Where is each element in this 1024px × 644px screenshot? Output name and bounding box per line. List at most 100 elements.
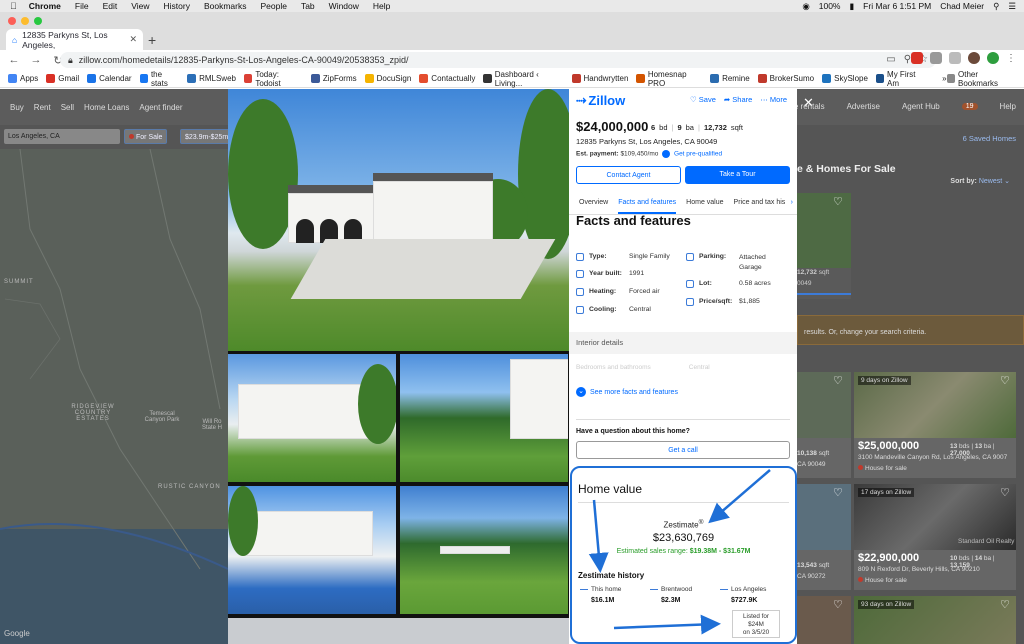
history-this-home[interactable]: This home $16.1M	[580, 586, 621, 604]
menu-window[interactable]: Window	[329, 1, 359, 11]
interior-details-header[interactable]: Interior details	[569, 332, 797, 354]
result-card[interactable]: 93 days on Zillow ♡	[854, 596, 1016, 644]
menu-people[interactable]: People	[260, 1, 286, 11]
minimize-window-icon[interactable]	[21, 17, 29, 25]
menu-tab[interactable]: Tab	[301, 1, 315, 11]
new-tab-icon[interactable]: +	[148, 32, 156, 48]
gallery-photo[interactable]	[228, 354, 396, 482]
install-icon[interactable]: ▭	[886, 54, 895, 65]
zillow-logo[interactable]: ⤑ Zillow	[576, 92, 625, 108]
bookmark-item[interactable]: Homesnap PRO	[636, 70, 702, 88]
extension-icon[interactable]	[987, 52, 999, 64]
clock[interactable]: Fri Mar 6 1:51 PM	[863, 1, 931, 11]
heart-icon[interactable]: ♡	[833, 488, 844, 499]
history-brentwood[interactable]: Brentwood $2.3M	[650, 586, 692, 604]
heart-icon[interactable]: ♡	[833, 197, 844, 208]
see-more-facts-link[interactable]: ⌄ See more facts and features	[576, 387, 678, 397]
prequalified-link[interactable]: Get pre-qualified	[674, 151, 722, 158]
bookmark-item[interactable]: the stats	[139, 70, 179, 88]
result-card-partial[interactable]: ♡ 10,138 sqft CA 90049	[797, 372, 851, 478]
tab-overview[interactable]: Overview	[579, 199, 608, 214]
bookmark-item[interactable]: RMLSweb	[187, 74, 236, 83]
heart-icon[interactable]: ♡	[833, 376, 844, 387]
tab-facts-features[interactable]: Facts and features	[618, 199, 677, 214]
bookmark-item[interactable]: Other Bookmarks	[946, 70, 1016, 88]
bookmark-item[interactable]: Apps	[8, 74, 38, 83]
tab-price-tax-history[interactable]: Price and tax his	[734, 199, 786, 214]
save-button[interactable]: ♡ Save	[690, 95, 716, 104]
menu-file[interactable]: File	[75, 1, 89, 11]
contact-agent-button[interactable]: Contact Agent	[576, 166, 681, 184]
bookmark-item[interactable]: ZipForms	[310, 74, 357, 83]
forward-icon[interactable]: →	[28, 54, 44, 66]
bookmark-item[interactable]: Contactually	[419, 74, 475, 83]
history-los-angeles[interactable]: Los Angeles $727.9K	[720, 586, 766, 604]
menu-help[interactable]: Help	[373, 1, 390, 11]
price-filter[interactable]: $23.9m-$25m	[180, 129, 234, 144]
for-sale-filter[interactable]: For Sale	[124, 129, 168, 144]
share-button[interactable]: ➦ Share	[724, 95, 752, 104]
profile-avatar[interactable]	[968, 52, 980, 64]
browser-tab[interactable]: ⌂ 12835 Parkyns St, Los Angeles, ✕	[6, 29, 143, 50]
bookmark-item[interactable]: Remine	[710, 74, 750, 83]
get-a-call-button[interactable]: Get a call	[576, 441, 790, 459]
battery-percent[interactable]: 100%	[819, 1, 841, 11]
wifi-icon[interactable]: ◉	[802, 1, 809, 12]
heart-icon[interactable]: ♡	[1000, 600, 1011, 611]
nav-sell[interactable]: Sell	[61, 103, 74, 112]
menu-view[interactable]: View	[131, 1, 149, 11]
menu-history[interactable]: History	[164, 1, 190, 11]
result-card[interactable]: 9 days on Zillow ♡ $25,000,000 13 bds | …	[854, 372, 1016, 478]
zoom-icon[interactable]: ⚲	[904, 54, 911, 65]
extension-icon[interactable]	[911, 52, 923, 64]
result-card[interactable]: 17 days on Zillow ♡ Standard Oil Realty …	[854, 484, 1016, 590]
result-card-partial[interactable]: ♡	[797, 596, 851, 644]
app-menu[interactable]: Chrome	[29, 1, 61, 11]
nav-help[interactable]: Help	[1000, 102, 1016, 111]
tab-home-value[interactable]: Home value	[686, 199, 723, 214]
maximize-window-icon[interactable]	[34, 17, 42, 25]
nav-rent[interactable]: Rent	[34, 103, 51, 112]
bookmark-item[interactable]: SkySlope	[822, 74, 868, 83]
menu-edit[interactable]: Edit	[103, 1, 118, 11]
bookmark-item[interactable]: Handwrytten	[571, 74, 628, 83]
result-card-partial[interactable]: ♡ 13,543 sqft CA 90272	[797, 484, 851, 590]
chevron-right-icon[interactable]: ›	[791, 199, 793, 206]
nav-buy[interactable]: Buy	[10, 103, 24, 112]
bookmark-item[interactable]: Gmail	[46, 74, 79, 83]
extension-icon[interactable]	[949, 52, 961, 64]
nav-agent-hub[interactable]: Agent Hub	[902, 102, 940, 111]
gallery-photo[interactable]	[228, 618, 569, 644]
menu-bookmarks[interactable]: Bookmarks	[204, 1, 247, 11]
nav-advertise[interactable]: Advertise	[847, 102, 880, 111]
close-window-icon[interactable]	[8, 17, 16, 25]
bookmark-item[interactable]: BrokerSumo	[757, 74, 814, 83]
bookmark-item[interactable]: Dashboard ‹ Living...	[483, 70, 563, 88]
battery-icon[interactable]: ▮	[849, 1, 854, 12]
gallery-photo[interactable]	[400, 354, 568, 482]
gallery-photo[interactable]	[228, 486, 396, 614]
heart-icon[interactable]: ♡	[1000, 376, 1011, 387]
user-name[interactable]: Chad Meier	[940, 1, 984, 11]
bookmark-item[interactable]: Today: Todoist	[243, 70, 303, 88]
sort-control[interactable]: Sort by: Newest ⌄	[950, 177, 1010, 185]
location-search-input[interactable]: Los Angeles, CA	[4, 129, 120, 144]
apple-icon[interactable]: 	[10, 1, 17, 11]
back-icon[interactable]: ←	[6, 54, 22, 66]
bookmark-item[interactable]: Calendar	[87, 74, 132, 83]
nav-agent-finder[interactable]: Agent finder	[139, 103, 182, 112]
address-bar[interactable]: 🔒︎ zillow.com/homedetails/12835-Parkyns-…	[60, 52, 936, 68]
heart-icon[interactable]: ♡	[833, 600, 844, 611]
map-view[interactable]: SUMMIT RIDGEVIEW COUNTRY ESTATES Temesca…	[0, 149, 228, 644]
nav-home-loans[interactable]: Home Loans	[84, 103, 129, 112]
close-tab-icon[interactable]: ✕	[129, 34, 137, 45]
chrome-menu-icon[interactable]: ⋮	[1006, 53, 1016, 64]
bookmark-item[interactable]: DocuSign	[364, 74, 411, 83]
hero-photo[interactable]	[228, 89, 569, 351]
take-a-tour-button[interactable]: Take a Tour	[685, 166, 790, 184]
extension-icon[interactable]	[930, 52, 942, 64]
gallery-photo[interactable]	[400, 486, 568, 614]
spotlight-icon[interactable]: ⚲	[993, 1, 999, 12]
bookmark-item[interactable]: My First Am»	[875, 70, 947, 88]
close-detail-icon[interactable]: ✕	[803, 95, 814, 111]
